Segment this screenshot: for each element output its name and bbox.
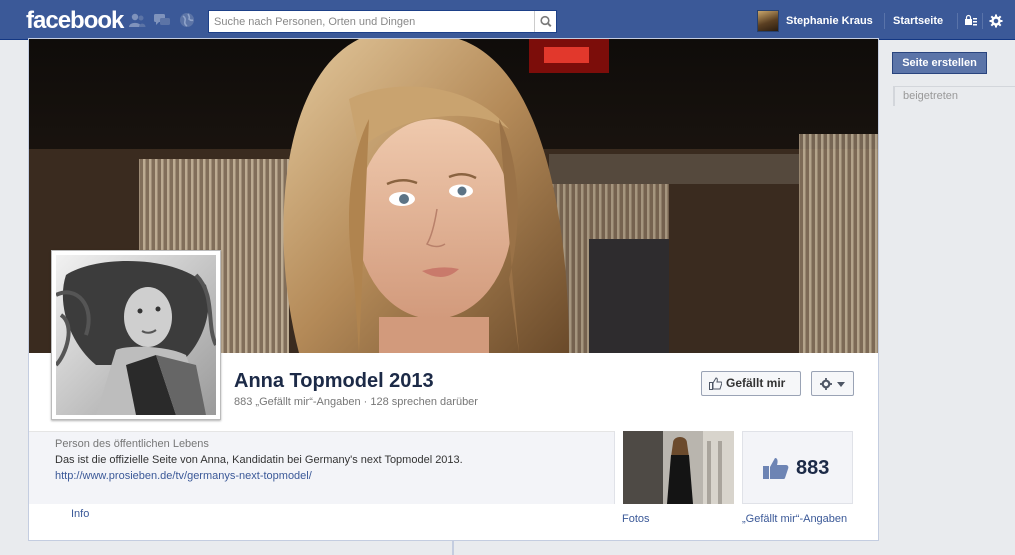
likes-tab[interactable]: „Gefällt mir“-Angaben [742, 513, 847, 525]
facebook-logo[interactable]: facebook [26, 7, 124, 35]
info-tab[interactable]: Info [71, 508, 89, 520]
profile-picture[interactable] [51, 250, 221, 420]
search-button[interactable] [534, 11, 556, 32]
profile-photo-image [54, 255, 218, 415]
user-name-link[interactable]: Stephanie Kraus [786, 15, 873, 27]
photos-tab[interactable]: Fotos [622, 513, 650, 525]
home-link[interactable]: Startseite [893, 15, 943, 27]
thumbs-up-icon [709, 377, 722, 390]
friend-requests-icon[interactable] [128, 12, 146, 28]
privacy-icon[interactable] [963, 13, 979, 29]
top-navigation-bar: facebook Stephanie Kraus Startseite [0, 0, 1015, 40]
settings-dropdown-icon [820, 378, 845, 390]
likes-box[interactable]: 883 [742, 431, 853, 504]
notifications-icon[interactable] [178, 12, 196, 28]
page-options-button[interactable] [811, 371, 854, 396]
page-category: Person des öffentlichen Lebens [55, 438, 209, 450]
gear-icon [820, 378, 832, 390]
user-avatar[interactable] [757, 10, 779, 32]
divider [982, 13, 983, 29]
photos-thumbnail-image [623, 431, 734, 504]
search-box [208, 10, 557, 33]
search-icon [540, 15, 552, 28]
thumbs-up-icon [763, 458, 789, 479]
page-timeline-card: Anna Topmodel 2013 883 „Gefällt mir“-Ang… [28, 38, 879, 541]
like-page-button[interactable]: Gefällt mir [701, 371, 801, 396]
likes-count: 883 [796, 457, 830, 479]
create-page-button[interactable]: Seite erstellen [892, 52, 987, 74]
settings-gear-icon[interactable] [988, 13, 1004, 29]
website-link[interactable]: http://www.prosieben.de/tv/germanys-next… [55, 470, 312, 482]
divider [884, 13, 885, 29]
messages-icon[interactable] [153, 12, 171, 28]
joined-label: beigetreten [893, 86, 1015, 106]
page-stats: 883 „Gefällt mir“-Angaben · 128 sprechen… [234, 396, 478, 408]
like-button-label: Gefällt mir [726, 376, 786, 390]
search-input[interactable] [209, 11, 534, 32]
page-title: Anna Topmodel 2013 [234, 370, 434, 392]
divider [957, 13, 958, 29]
page-description: Das ist die offizielle Seite von Anna, K… [55, 454, 463, 466]
timeline-spine [452, 541, 454, 555]
photos-thumbnail[interactable] [623, 431, 734, 504]
chevron-down-icon [837, 382, 845, 387]
about-section[interactable]: Person des öffentlichen Lebens Das ist d… [29, 431, 615, 504]
